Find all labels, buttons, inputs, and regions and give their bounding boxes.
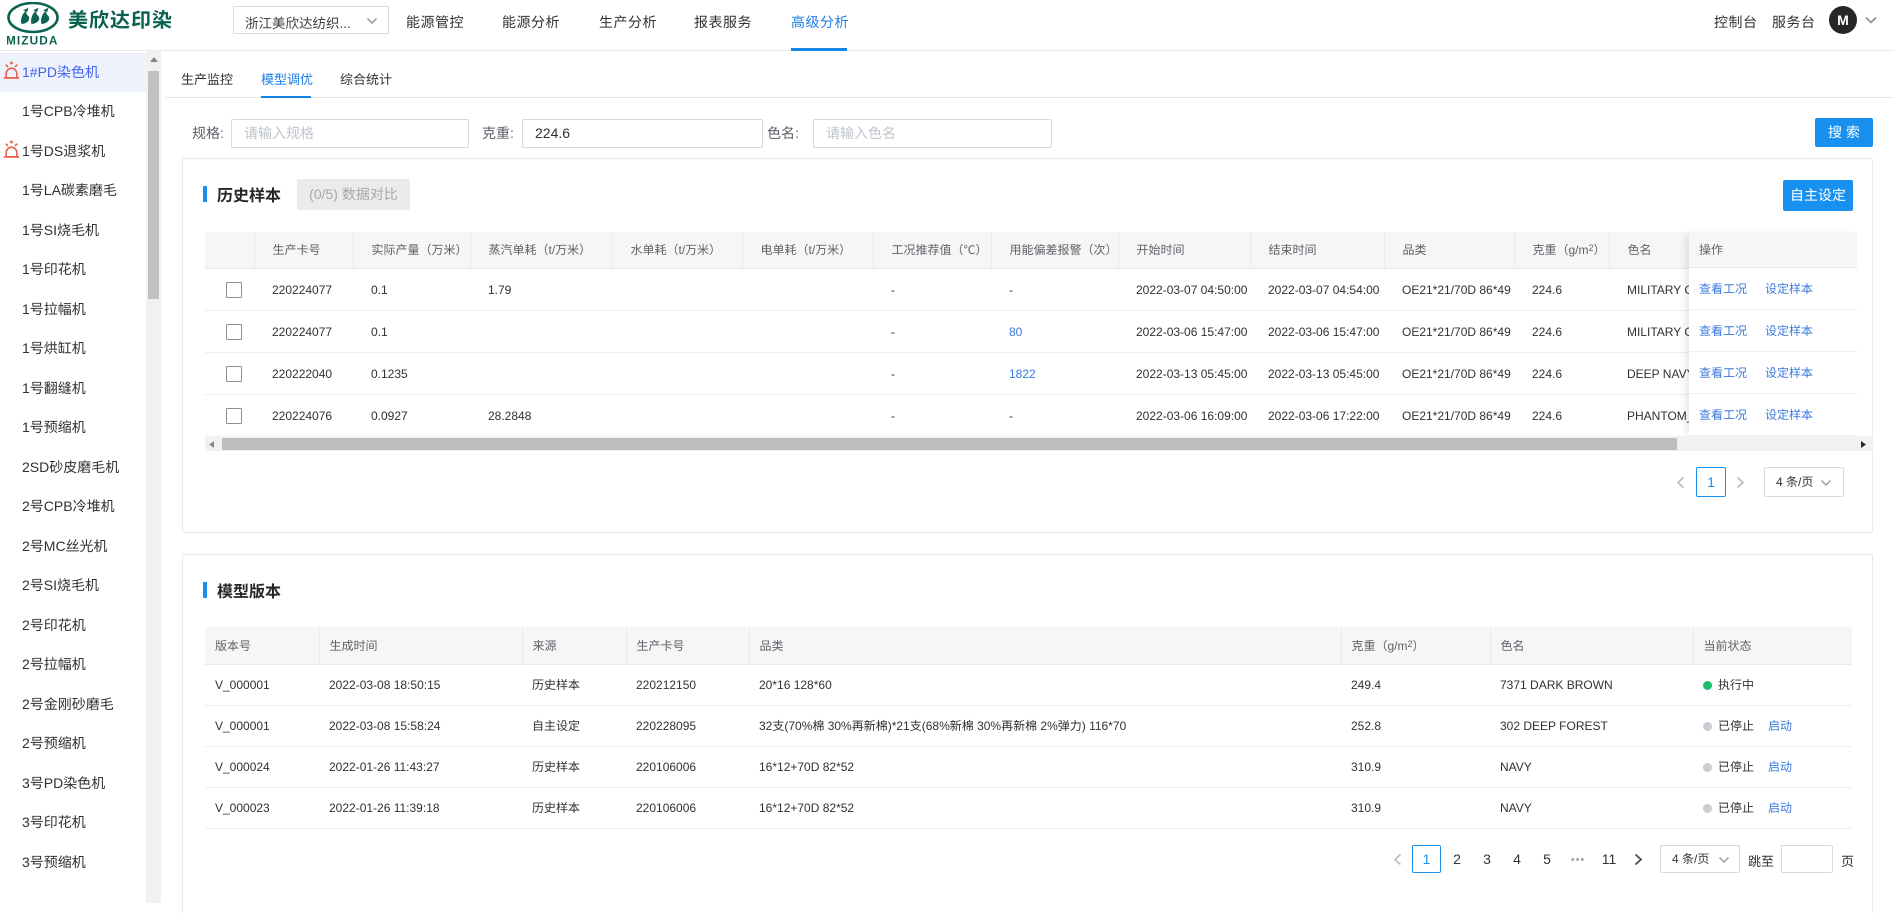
svg-text:MIZUDA: MIZUDA xyxy=(7,34,58,47)
